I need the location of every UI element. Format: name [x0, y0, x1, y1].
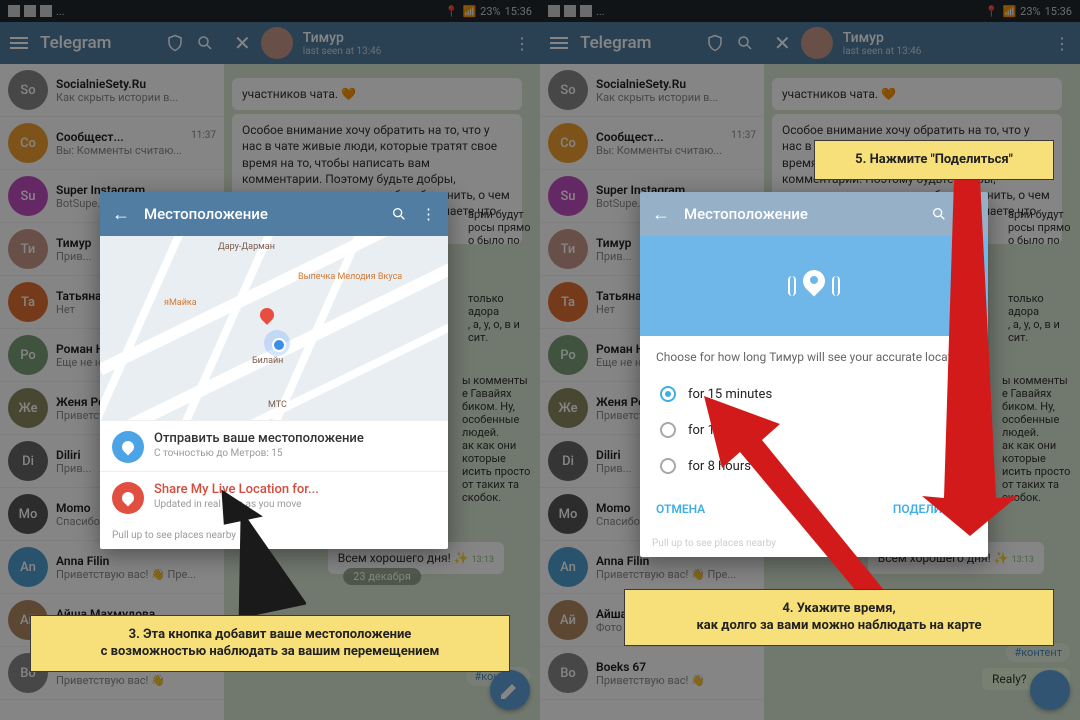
map-poi: МТС [268, 400, 287, 410]
send-location-option[interactable]: Отправить ваше местоположение С точность… [100, 420, 448, 471]
radio-icon [660, 458, 676, 474]
live-pin-icon [112, 482, 144, 514]
instruction-arrow [914, 178, 1024, 538]
map-poi: Дару-Дарман [218, 242, 275, 252]
pin-icon [112, 431, 144, 463]
map-poi: Билайн [252, 356, 283, 366]
more-icon[interactable]: ⋮ [421, 205, 436, 223]
dialog-title: Местоположение [144, 205, 377, 223]
right-pane: ... 📍 📶 23% 15:36 Telegram So SocialnieS… [540, 0, 1080, 720]
my-location-icon [264, 330, 290, 356]
map-poi: Выпечка Мелодия Вкуса [298, 272, 402, 282]
left-pane: ... 📍 📶 23% 15:36 Telegram So SocialnieS… [0, 0, 540, 720]
dialog-title: Местоположение [684, 205, 917, 223]
radio-icon [660, 422, 676, 438]
map[interactable]: Дару-Дарман Выпечка Мелодия Вкуса яМайка… [100, 236, 448, 420]
live-location-icon [794, 266, 834, 306]
map-pin-icon [260, 308, 280, 328]
search-icon[interactable] [391, 206, 407, 222]
option-sub: С точностью до Метров: 15 [154, 448, 364, 459]
callout-4: 4. Укажите время, как долго за вами можн… [624, 589, 1054, 646]
instruction-arrow [692, 390, 902, 620]
callout-3: 3. Эта кнопка добавит ваше местоположени… [30, 615, 510, 672]
callout-5: 5. Нажмите "Поделиться" [814, 140, 1054, 180]
radio-icon [660, 386, 676, 402]
instruction-arrow [176, 488, 306, 628]
back-icon: ← [652, 204, 670, 225]
map-poi: яМайка [164, 298, 197, 308]
option-title: Отправить ваше местоположение [154, 431, 364, 446]
dialog-header: ← Местоположение ⋮ [100, 192, 448, 236]
back-icon[interactable]: ← [112, 204, 130, 225]
